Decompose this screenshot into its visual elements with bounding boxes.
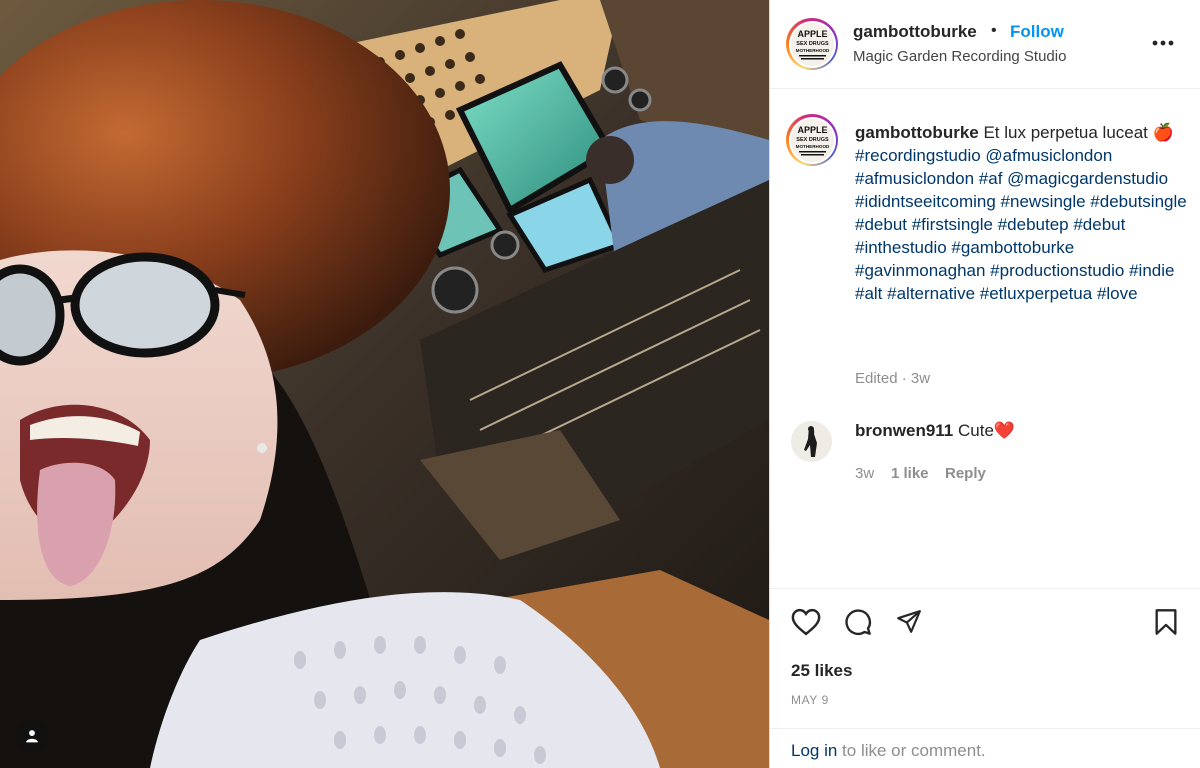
caption-text: Et lux perpetua luceat bbox=[983, 123, 1148, 142]
comment-button[interactable] bbox=[842, 606, 874, 638]
comment-likes[interactable]: 1 like bbox=[891, 465, 945, 482]
comment-meta: 3w 1 like Reply bbox=[855, 465, 986, 482]
comment-text-row: bronwen911 Cute❤️ bbox=[855, 421, 1015, 441]
post-date[interactable]: MAY 9 bbox=[791, 693, 829, 707]
caption-hashtags[interactable]: #recordingstudio @afmusiclondon #afmusic… bbox=[855, 146, 1187, 303]
comment-body: Cute❤️ bbox=[958, 421, 1016, 440]
heart-icon bbox=[791, 608, 821, 636]
author-username[interactable]: gambottoburke bbox=[853, 22, 977, 42]
post-photo[interactable] bbox=[0, 0, 769, 768]
post-header: APPLE SEX DRUGS MOTHERHOOD gambottoburke… bbox=[770, 0, 1200, 89]
svg-text:SEX DRUGS: SEX DRUGS bbox=[796, 41, 829, 47]
svg-text:SEX DRUGS: SEX DRUGS bbox=[796, 137, 829, 143]
comment-time[interactable]: 3w bbox=[855, 465, 891, 482]
tagged-user-button[interactable] bbox=[16, 720, 48, 752]
share-button[interactable] bbox=[893, 606, 925, 638]
commenter-photo bbox=[791, 421, 832, 462]
separator-dot: • bbox=[991, 22, 997, 39]
post-actions: 25 likes MAY 9 Log in to like or comment… bbox=[770, 588, 1200, 768]
login-link[interactable]: Log in bbox=[791, 741, 837, 760]
apple-emoji: 🍎 bbox=[1152, 123, 1174, 142]
author-avatar[interactable]: APPLE SEX DRUGS MOTHERHOOD bbox=[786, 18, 838, 70]
post-caption: gambottoburke Et lux perpetua luceat 🍎 #… bbox=[855, 121, 1195, 305]
svg-text:APPLE: APPLE bbox=[797, 29, 827, 39]
more-options-button[interactable] bbox=[1150, 30, 1176, 56]
like-button[interactable] bbox=[790, 606, 822, 638]
login-suffix: to like or comment. bbox=[837, 741, 986, 760]
svg-text:APPLE: APPLE bbox=[797, 125, 827, 135]
follow-button[interactable]: Follow bbox=[1010, 22, 1064, 42]
bookmark-icon bbox=[1155, 609, 1177, 635]
caption-meta: Edited · 3w bbox=[855, 370, 931, 387]
svg-text:MOTHERHOOD: MOTHERHOOD bbox=[795, 144, 829, 149]
commenter-username[interactable]: bronwen911 bbox=[855, 421, 953, 440]
caption-author-avatar[interactable]: APPLE SEX DRUGS MOTHERHOOD bbox=[786, 114, 838, 166]
paper-plane-icon bbox=[897, 610, 921, 633]
studio-selfie-image bbox=[0, 0, 769, 768]
more-horizontal-icon bbox=[1152, 40, 1174, 46]
apple-album-logo-icon: APPLE SEX DRUGS MOTHERHOOD bbox=[790, 22, 834, 66]
login-prompt: Log in to like or comment. bbox=[770, 728, 1200, 768]
person-icon bbox=[26, 730, 38, 743]
commenter-avatar[interactable] bbox=[791, 421, 832, 462]
likes-count[interactable]: 25 likes bbox=[791, 661, 852, 681]
save-button[interactable] bbox=[1150, 606, 1182, 638]
post-details-panel: APPLE SEX DRUGS MOTHERHOOD gambottoburke… bbox=[769, 0, 1200, 768]
apple-album-logo-icon: APPLE SEX DRUGS MOTHERHOOD bbox=[790, 118, 834, 162]
caption-username[interactable]: gambottoburke bbox=[855, 123, 979, 142]
comment-bubble-icon bbox=[845, 609, 871, 635]
reply-button[interactable]: Reply bbox=[945, 465, 986, 482]
svg-text:MOTHERHOOD: MOTHERHOOD bbox=[795, 48, 829, 53]
post-location[interactable]: Magic Garden Recording Studio bbox=[853, 48, 1066, 65]
